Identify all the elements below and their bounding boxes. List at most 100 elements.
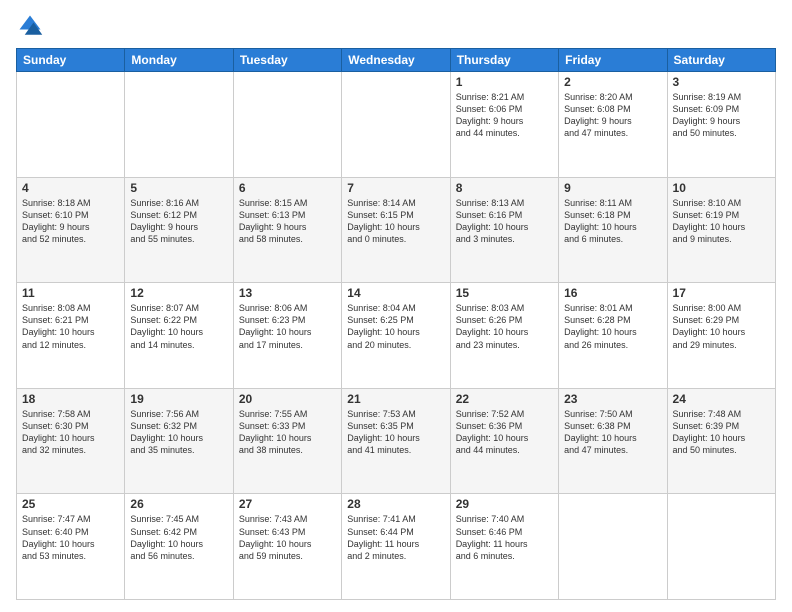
day-info: Sunrise: 8:14 AM Sunset: 6:15 PM Dayligh…	[347, 197, 444, 246]
day-info: Sunrise: 8:15 AM Sunset: 6:13 PM Dayligh…	[239, 197, 336, 246]
day-info: Sunrise: 7:45 AM Sunset: 6:42 PM Dayligh…	[130, 513, 227, 562]
day-info: Sunrise: 8:11 AM Sunset: 6:18 PM Dayligh…	[564, 197, 661, 246]
day-info: Sunrise: 7:43 AM Sunset: 6:43 PM Dayligh…	[239, 513, 336, 562]
day-number: 8	[456, 181, 553, 195]
day-info: Sunrise: 8:03 AM Sunset: 6:26 PM Dayligh…	[456, 302, 553, 351]
day-info: Sunrise: 8:19 AM Sunset: 6:09 PM Dayligh…	[673, 91, 770, 140]
day-info: Sunrise: 8:20 AM Sunset: 6:08 PM Dayligh…	[564, 91, 661, 140]
day-number: 3	[673, 75, 770, 89]
day-number: 21	[347, 392, 444, 406]
day-info: Sunrise: 7:48 AM Sunset: 6:39 PM Dayligh…	[673, 408, 770, 457]
day-info: Sunrise: 8:08 AM Sunset: 6:21 PM Dayligh…	[22, 302, 119, 351]
day-number: 11	[22, 286, 119, 300]
day-number: 25	[22, 497, 119, 511]
calendar-cell: 2Sunrise: 8:20 AM Sunset: 6:08 PM Daylig…	[559, 72, 667, 178]
day-number: 10	[673, 181, 770, 195]
calendar-header-row: SundayMondayTuesdayWednesdayThursdayFrid…	[17, 49, 776, 72]
col-header-monday: Monday	[125, 49, 233, 72]
calendar-week-3: 18 Sunrise: 7:58 AM Sunset: 6:30 PM Dayli…	[17, 388, 776, 494]
calendar-cell: 4Sunrise: 8:18 AM Sunset: 6:10 PM Daylig…	[17, 177, 125, 283]
day-number: 13	[239, 286, 336, 300]
calendar-cell: 22Sunrise: 7:52 AM Sunset: 6:36 PM Dayli…	[450, 388, 558, 494]
day-info: Sunrise: 7:58 AM Sunset: 6:30 PM Dayligh…	[22, 408, 119, 457]
day-number: 6	[239, 181, 336, 195]
calendar-cell	[233, 72, 341, 178]
day-number: 19	[130, 392, 227, 406]
day-info: Sunrise: 7:40 AM Sunset: 6:46 PM Dayligh…	[456, 513, 553, 562]
day-number: 16	[564, 286, 661, 300]
logo-icon	[16, 12, 44, 40]
page: SundayMondayTuesdayWednesdayThursdayFrid…	[0, 0, 792, 612]
day-info: Sunrise: 8:00 AM Sunset: 6:29 PM Dayligh…	[673, 302, 770, 351]
calendar-cell: 5 Sunrise: 8:16 AM Sunset: 6:12 PM Daylig…	[125, 177, 233, 283]
day-number: 1	[456, 75, 553, 89]
calendar-cell: 29 Sunrise: 7:40 AM Sunset: 6:46 PM Dayli…	[450, 494, 558, 600]
col-header-saturday: Saturday	[667, 49, 775, 72]
day-number: 12	[130, 286, 227, 300]
day-number: 9	[564, 181, 661, 195]
col-header-wednesday: Wednesday	[342, 49, 450, 72]
calendar-cell: 21 Sunrise: 7:53 AM Sunset: 6:35 PM Dayli…	[342, 388, 450, 494]
calendar-cell: 14 Sunrise: 8:04 AM Sunset: 6:25 PM Dayli…	[342, 283, 450, 389]
calendar-cell: 27 Sunrise: 7:43 AM Sunset: 6:43 PM Dayli…	[233, 494, 341, 600]
day-info: Sunrise: 8:10 AM Sunset: 6:19 PM Dayligh…	[673, 197, 770, 246]
day-number: 23	[564, 392, 661, 406]
calendar-cell: 1 Sunrise: 8:21 AM Sunset: 6:06 PM Daylig…	[450, 72, 558, 178]
calendar-cell: 7 Sunrise: 8:14 AM Sunset: 6:15 PM Daylig…	[342, 177, 450, 283]
day-info: Sunrise: 8:01 AM Sunset: 6:28 PM Dayligh…	[564, 302, 661, 351]
day-number: 20	[239, 392, 336, 406]
calendar-week-2: 11 Sunrise: 8:08 AM Sunset: 6:21 PM Dayli…	[17, 283, 776, 389]
day-info: Sunrise: 8:04 AM Sunset: 6:25 PM Dayligh…	[347, 302, 444, 351]
calendar-cell: 18 Sunrise: 7:58 AM Sunset: 6:30 PM Dayli…	[17, 388, 125, 494]
calendar-cell: 26 Sunrise: 7:45 AM Sunset: 6:42 PM Dayli…	[125, 494, 233, 600]
day-number: 18	[22, 392, 119, 406]
calendar-cell: 9 Sunrise: 8:11 AM Sunset: 6:18 PM Daylig…	[559, 177, 667, 283]
day-number: 17	[673, 286, 770, 300]
calendar-cell	[559, 494, 667, 600]
calendar-cell: 24 Sunrise: 7:48 AM Sunset: 6:39 PM Dayli…	[667, 388, 775, 494]
calendar-cell: 3 Sunrise: 8:19 AM Sunset: 6:09 PM Daylig…	[667, 72, 775, 178]
calendar-week-1: 4Sunrise: 8:18 AM Sunset: 6:10 PM Daylig…	[17, 177, 776, 283]
calendar-cell: 11 Sunrise: 8:08 AM Sunset: 6:21 PM Dayli…	[17, 283, 125, 389]
calendar-cell: 6 Sunrise: 8:15 AM Sunset: 6:13 PM Daylig…	[233, 177, 341, 283]
calendar-cell	[667, 494, 775, 600]
col-header-sunday: Sunday	[17, 49, 125, 72]
calendar-week-4: 25 Sunrise: 7:47 AM Sunset: 6:40 PM Dayli…	[17, 494, 776, 600]
calendar-table: SundayMondayTuesdayWednesdayThursdayFrid…	[16, 48, 776, 600]
day-info: Sunrise: 7:56 AM Sunset: 6:32 PM Dayligh…	[130, 408, 227, 457]
day-number: 4	[22, 181, 119, 195]
calendar-cell: 17 Sunrise: 8:00 AM Sunset: 6:29 PM Dayli…	[667, 283, 775, 389]
calendar-cell: 13 Sunrise: 8:06 AM Sunset: 6:23 PM Dayli…	[233, 283, 341, 389]
day-info: Sunrise: 8:06 AM Sunset: 6:23 PM Dayligh…	[239, 302, 336, 351]
day-info: Sunrise: 7:53 AM Sunset: 6:35 PM Dayligh…	[347, 408, 444, 457]
calendar-cell: 8Sunrise: 8:13 AM Sunset: 6:16 PM Daylig…	[450, 177, 558, 283]
col-header-friday: Friday	[559, 49, 667, 72]
day-number: 15	[456, 286, 553, 300]
day-number: 5	[130, 181, 227, 195]
calendar-cell: 12 Sunrise: 8:07 AM Sunset: 6:22 PM Dayli…	[125, 283, 233, 389]
day-info: Sunrise: 7:47 AM Sunset: 6:40 PM Dayligh…	[22, 513, 119, 562]
day-info: Sunrise: 8:16 AM Sunset: 6:12 PM Dayligh…	[130, 197, 227, 246]
calendar-cell: 15 Sunrise: 8:03 AM Sunset: 6:26 PM Dayli…	[450, 283, 558, 389]
day-info: Sunrise: 8:07 AM Sunset: 6:22 PM Dayligh…	[130, 302, 227, 351]
col-header-tuesday: Tuesday	[233, 49, 341, 72]
calendar-cell: 16 Sunrise: 8:01 AM Sunset: 6:28 PM Dayli…	[559, 283, 667, 389]
day-number: 24	[673, 392, 770, 406]
day-info: Sunrise: 7:50 AM Sunset: 6:38 PM Dayligh…	[564, 408, 661, 457]
header	[16, 12, 776, 40]
calendar-cell: 10 Sunrise: 8:10 AM Sunset: 6:19 PM Dayli…	[667, 177, 775, 283]
day-number: 22	[456, 392, 553, 406]
day-number: 27	[239, 497, 336, 511]
day-number: 14	[347, 286, 444, 300]
day-number: 28	[347, 497, 444, 511]
day-number: 29	[456, 497, 553, 511]
calendar-week-0: 1 Sunrise: 8:21 AM Sunset: 6:06 PM Daylig…	[17, 72, 776, 178]
day-number: 7	[347, 181, 444, 195]
calendar-cell: 19 Sunrise: 7:56 AM Sunset: 6:32 PM Dayli…	[125, 388, 233, 494]
day-number: 26	[130, 497, 227, 511]
calendar-cell: 23 Sunrise: 7:50 AM Sunset: 6:38 PM Dayli…	[559, 388, 667, 494]
day-info: Sunrise: 7:55 AM Sunset: 6:33 PM Dayligh…	[239, 408, 336, 457]
day-info: Sunrise: 8:21 AM Sunset: 6:06 PM Dayligh…	[456, 91, 553, 140]
calendar-cell	[342, 72, 450, 178]
calendar-cell: 25 Sunrise: 7:47 AM Sunset: 6:40 PM Dayli…	[17, 494, 125, 600]
